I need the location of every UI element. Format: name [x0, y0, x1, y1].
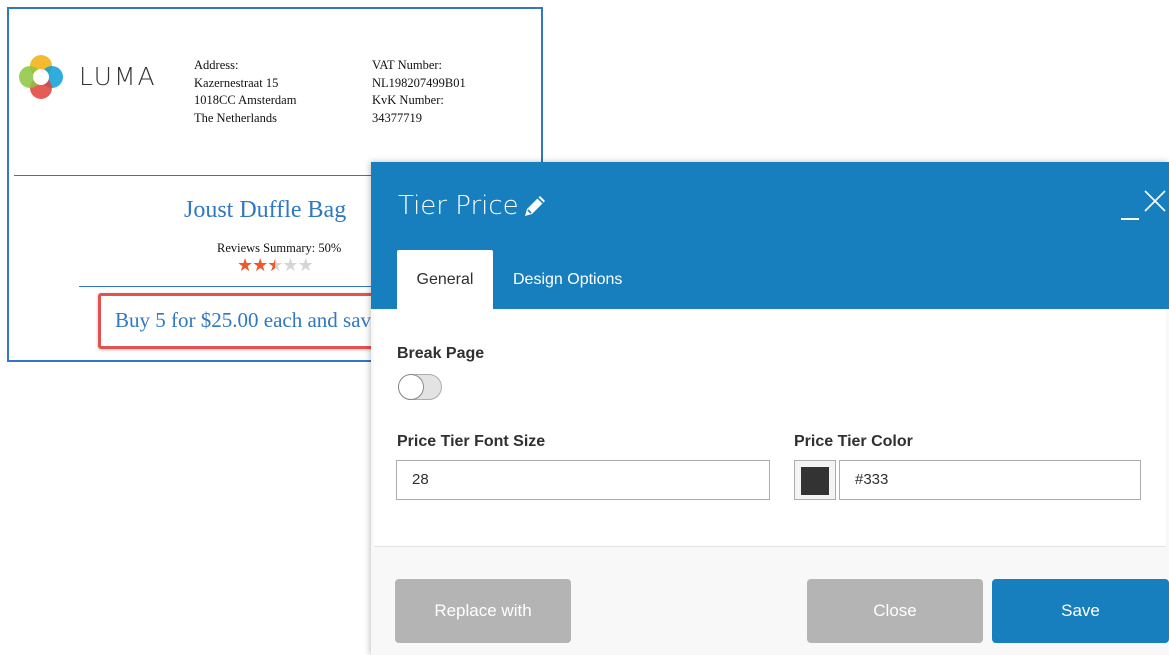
star-icon: ★ [282, 255, 298, 275]
save-button[interactable]: Save [992, 579, 1169, 643]
star-icon: ★ [297, 255, 314, 275]
break-page-toggle[interactable] [398, 374, 442, 400]
font-size-input[interactable]: 28 [396, 460, 770, 500]
color-label: Price Tier Color [794, 433, 913, 450]
tier-price-modal: Tier Price General Design Options Break … [371, 162, 1169, 655]
kvk-label: KvK Number: [372, 93, 444, 107]
kvk-value: 34377719 [372, 110, 422, 125]
vat-value: NL198207499B01 [372, 75, 466, 90]
brand-name: LUMA [79, 62, 157, 91]
modal-header: Tier Price General Design Options [371, 162, 1169, 309]
vat-label: VAT Number: [372, 58, 443, 72]
modal-title: Tier Price [398, 191, 519, 221]
address-label: Address: [194, 58, 239, 72]
luma-logo-icon [19, 55, 63, 99]
pencil-icon[interactable] [522, 193, 548, 219]
color-input[interactable]: #333 [839, 460, 1141, 500]
font-size-label: Price Tier Font Size [397, 433, 546, 450]
close-icon[interactable] [1143, 189, 1167, 213]
product-title: Joust Duffle Bag [184, 197, 347, 223]
address-street: Kazernestraat 15 [194, 75, 279, 90]
vat-block: VAT Number: NL198207499B01 KvK Number: 3… [372, 57, 466, 127]
close-button[interactable]: Close [807, 579, 983, 643]
tab-design-options[interactable]: Design Options [513, 250, 622, 309]
modal-body: Break Page Price Tier Font Size 28 Price… [374, 309, 1166, 547]
address-block: Address: Kazernestraat 15 1018CC Amsterd… [194, 57, 296, 127]
color-swatch[interactable] [794, 460, 836, 500]
star-icon: ★ [237, 255, 253, 275]
minimize-icon[interactable] [1121, 218, 1139, 220]
address-city: 1018CC Amsterdam [194, 93, 297, 107]
rating-stars: ★★★★★★ [237, 255, 314, 276]
star-icon: ★ [252, 255, 268, 275]
reviews-summary: Reviews Summary: 50% [217, 241, 342, 255]
color-chip [801, 467, 829, 495]
break-page-label: Break Page [397, 345, 485, 362]
toggle-knob [398, 374, 424, 400]
replace-with-button[interactable]: Replace with [395, 579, 571, 643]
tab-general[interactable]: General [397, 250, 493, 309]
address-country: The Netherlands [194, 110, 277, 125]
star-half-icon: ★★ [267, 255, 283, 275]
